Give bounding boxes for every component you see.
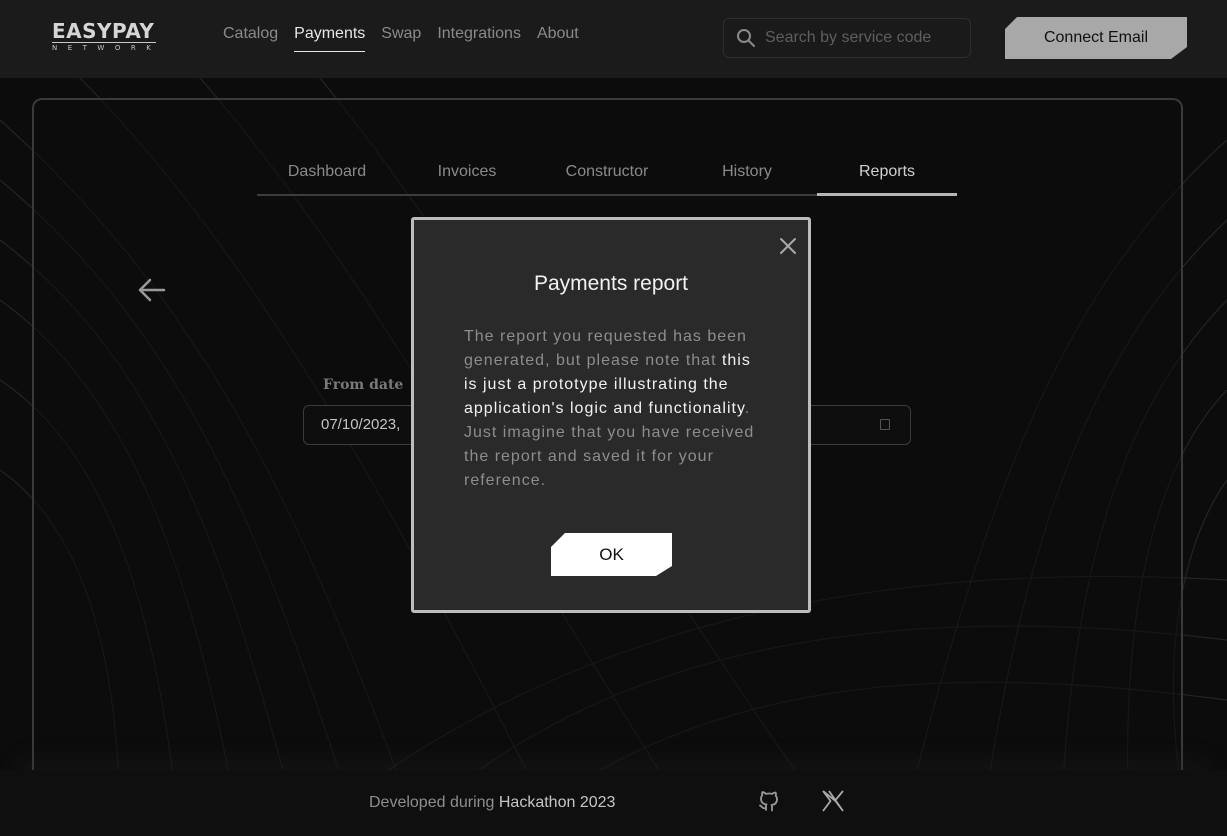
search-input[interactable]: [765, 29, 965, 47]
tab-invoices[interactable]: Invoices: [397, 160, 537, 194]
github-icon[interactable]: [757, 789, 781, 813]
footer-credit: Developed during Hackathon 2023: [369, 794, 615, 812]
nav-swap[interactable]: Swap: [381, 24, 421, 52]
connect-email-button[interactable]: Connect Email: [1005, 17, 1187, 59]
ok-button[interactable]: OK: [551, 533, 672, 576]
nav-catalog[interactable]: Catalog: [223, 24, 278, 52]
x-icon[interactable]: [821, 789, 845, 813]
nav-integrations[interactable]: Integrations: [437, 24, 521, 52]
back-arrow-icon[interactable]: [136, 274, 168, 306]
search-icon: [737, 29, 755, 47]
footer-text: Developed during: [369, 794, 499, 811]
modal-message: The report you requested has been genera…: [464, 325, 764, 493]
tab-dashboard[interactable]: Dashboard: [257, 160, 397, 194]
tab-history[interactable]: History: [677, 160, 817, 194]
payments-report-modal: Payments report The report you requested…: [411, 217, 811, 613]
logo-wordmark: EASYPAY: [52, 19, 155, 43]
footer-hackathon: Hackathon 2023: [498, 794, 616, 811]
from-date-label: From date: [323, 377, 404, 393]
close-icon[interactable]: [778, 236, 798, 256]
calendar-icon[interactable]: [880, 419, 890, 430]
main-nav: Catalog Payments Swap Integrations About: [223, 24, 595, 52]
logo-subtitle: NETWORK: [52, 42, 162, 52]
nav-payments[interactable]: Payments: [294, 24, 366, 52]
tab-reports[interactable]: Reports: [817, 160, 957, 196]
nav-about[interactable]: About: [537, 24, 579, 52]
modal-text-part1: The report you requested has been genera…: [464, 328, 747, 369]
top-header: EASYPAY NETWORK Catalog Payments Swap In…: [0, 0, 1227, 78]
easypay-logo[interactable]: EASYPAY NETWORK: [52, 20, 162, 53]
search-box[interactable]: [723, 18, 971, 58]
payments-tabs: Dashboard Invoices Constructor History R…: [257, 160, 957, 196]
modal-title: Payments report: [533, 272, 689, 295]
tab-constructor[interactable]: Constructor: [537, 160, 677, 194]
